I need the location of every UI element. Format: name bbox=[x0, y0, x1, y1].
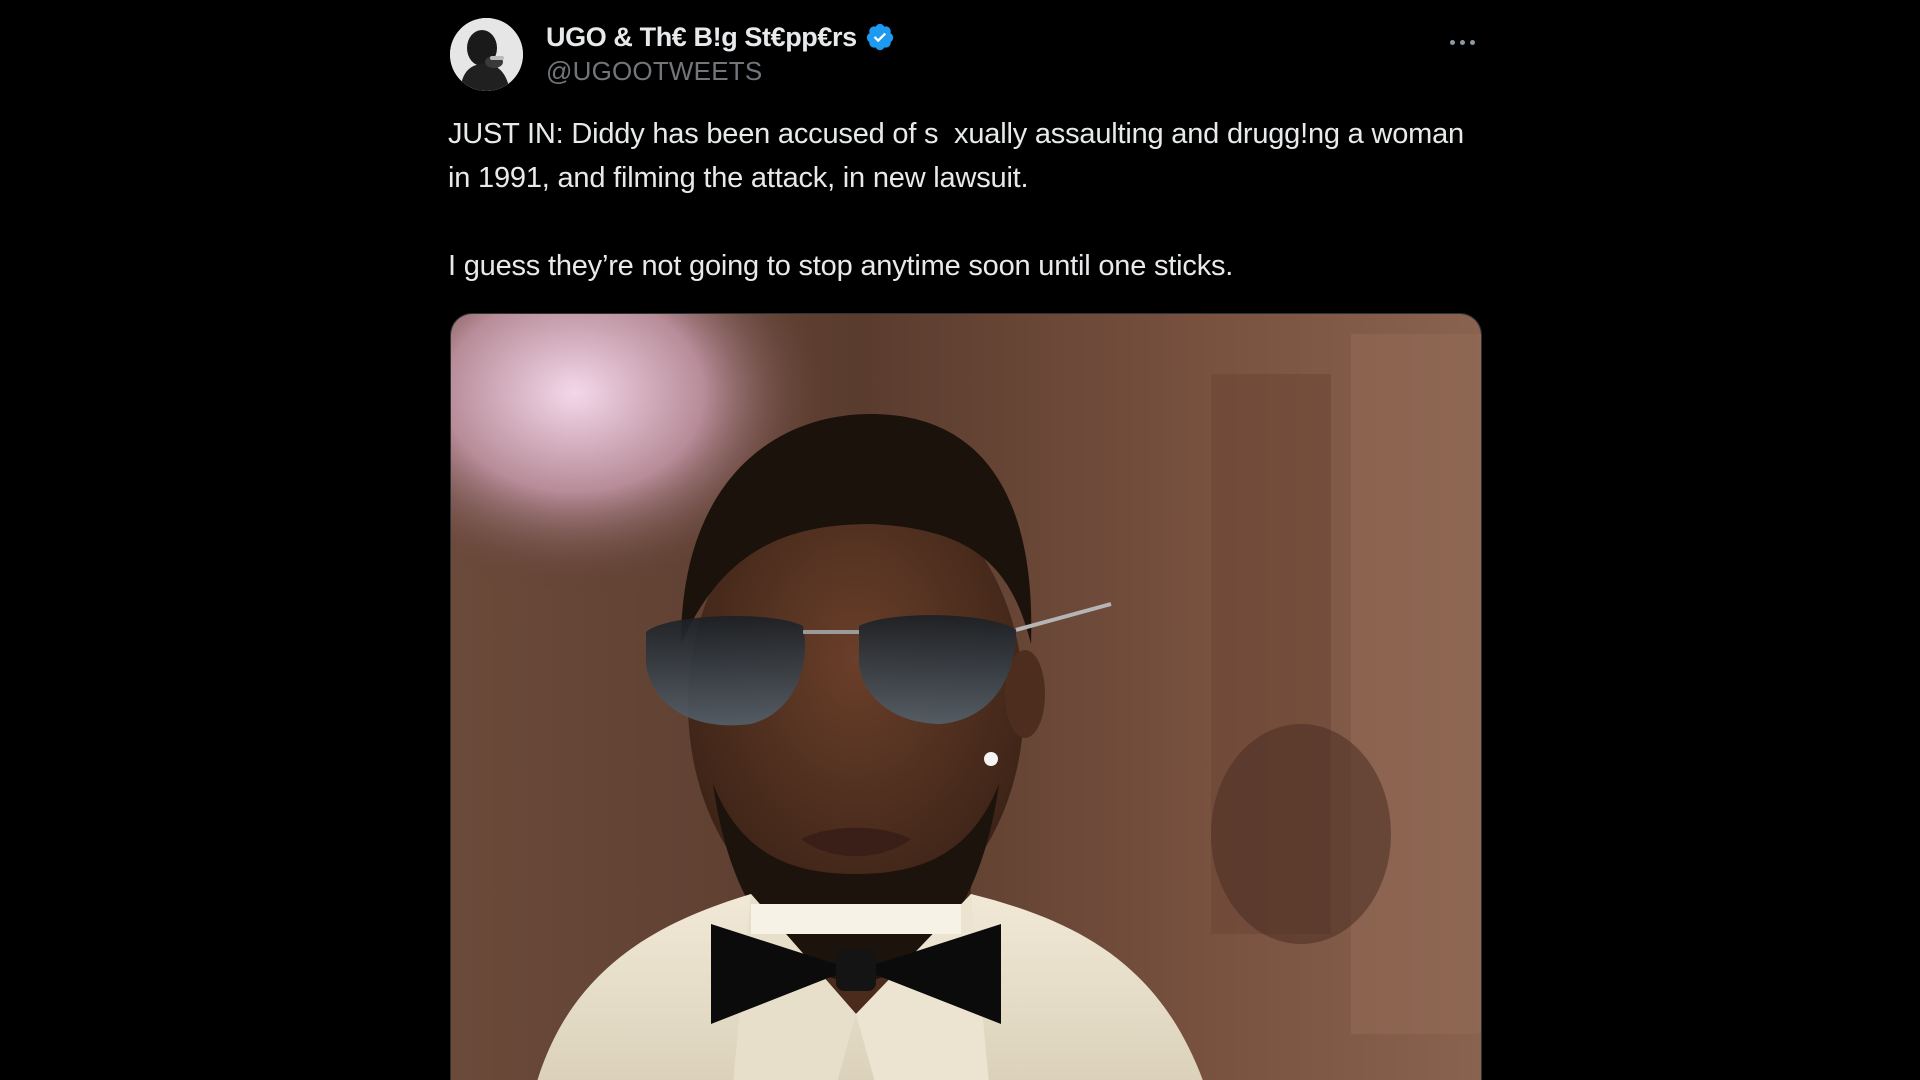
tweet-text-paragraph-1: JUST IN: Diddy has been accused of s xua… bbox=[448, 118, 1472, 194]
tweet[interactable]: UGO & Th€ B!g St€pp€rs @UGOOTWEETS JUST … bbox=[446, 0, 1486, 1080]
more-options-icon[interactable] bbox=[1442, 30, 1482, 54]
name-row: UGO & Th€ B!g St€pp€rs bbox=[546, 18, 895, 56]
user-handle[interactable]: @UGOOTWEETS bbox=[546, 56, 762, 87]
screen: UGO & Th€ B!g St€pp€rs @UGOOTWEETS JUST … bbox=[0, 0, 1920, 1080]
avatar-photo bbox=[450, 18, 523, 91]
avatar[interactable] bbox=[450, 18, 523, 91]
display-name[interactable]: UGO & Th€ B!g St€pp€rs bbox=[546, 22, 857, 53]
tweet-text: JUST IN: Diddy has been accused of s xua… bbox=[448, 112, 1468, 288]
photo-icon bbox=[451, 314, 1481, 1080]
tweet-header: UGO & Th€ B!g St€pp€rs @UGOOTWEETS bbox=[450, 16, 1482, 92]
verified-badge-icon bbox=[865, 22, 895, 52]
tweet-text-paragraph-2: I guess they’re not going to stop anytim… bbox=[448, 250, 1234, 282]
tweet-media-photo[interactable] bbox=[450, 313, 1482, 1080]
